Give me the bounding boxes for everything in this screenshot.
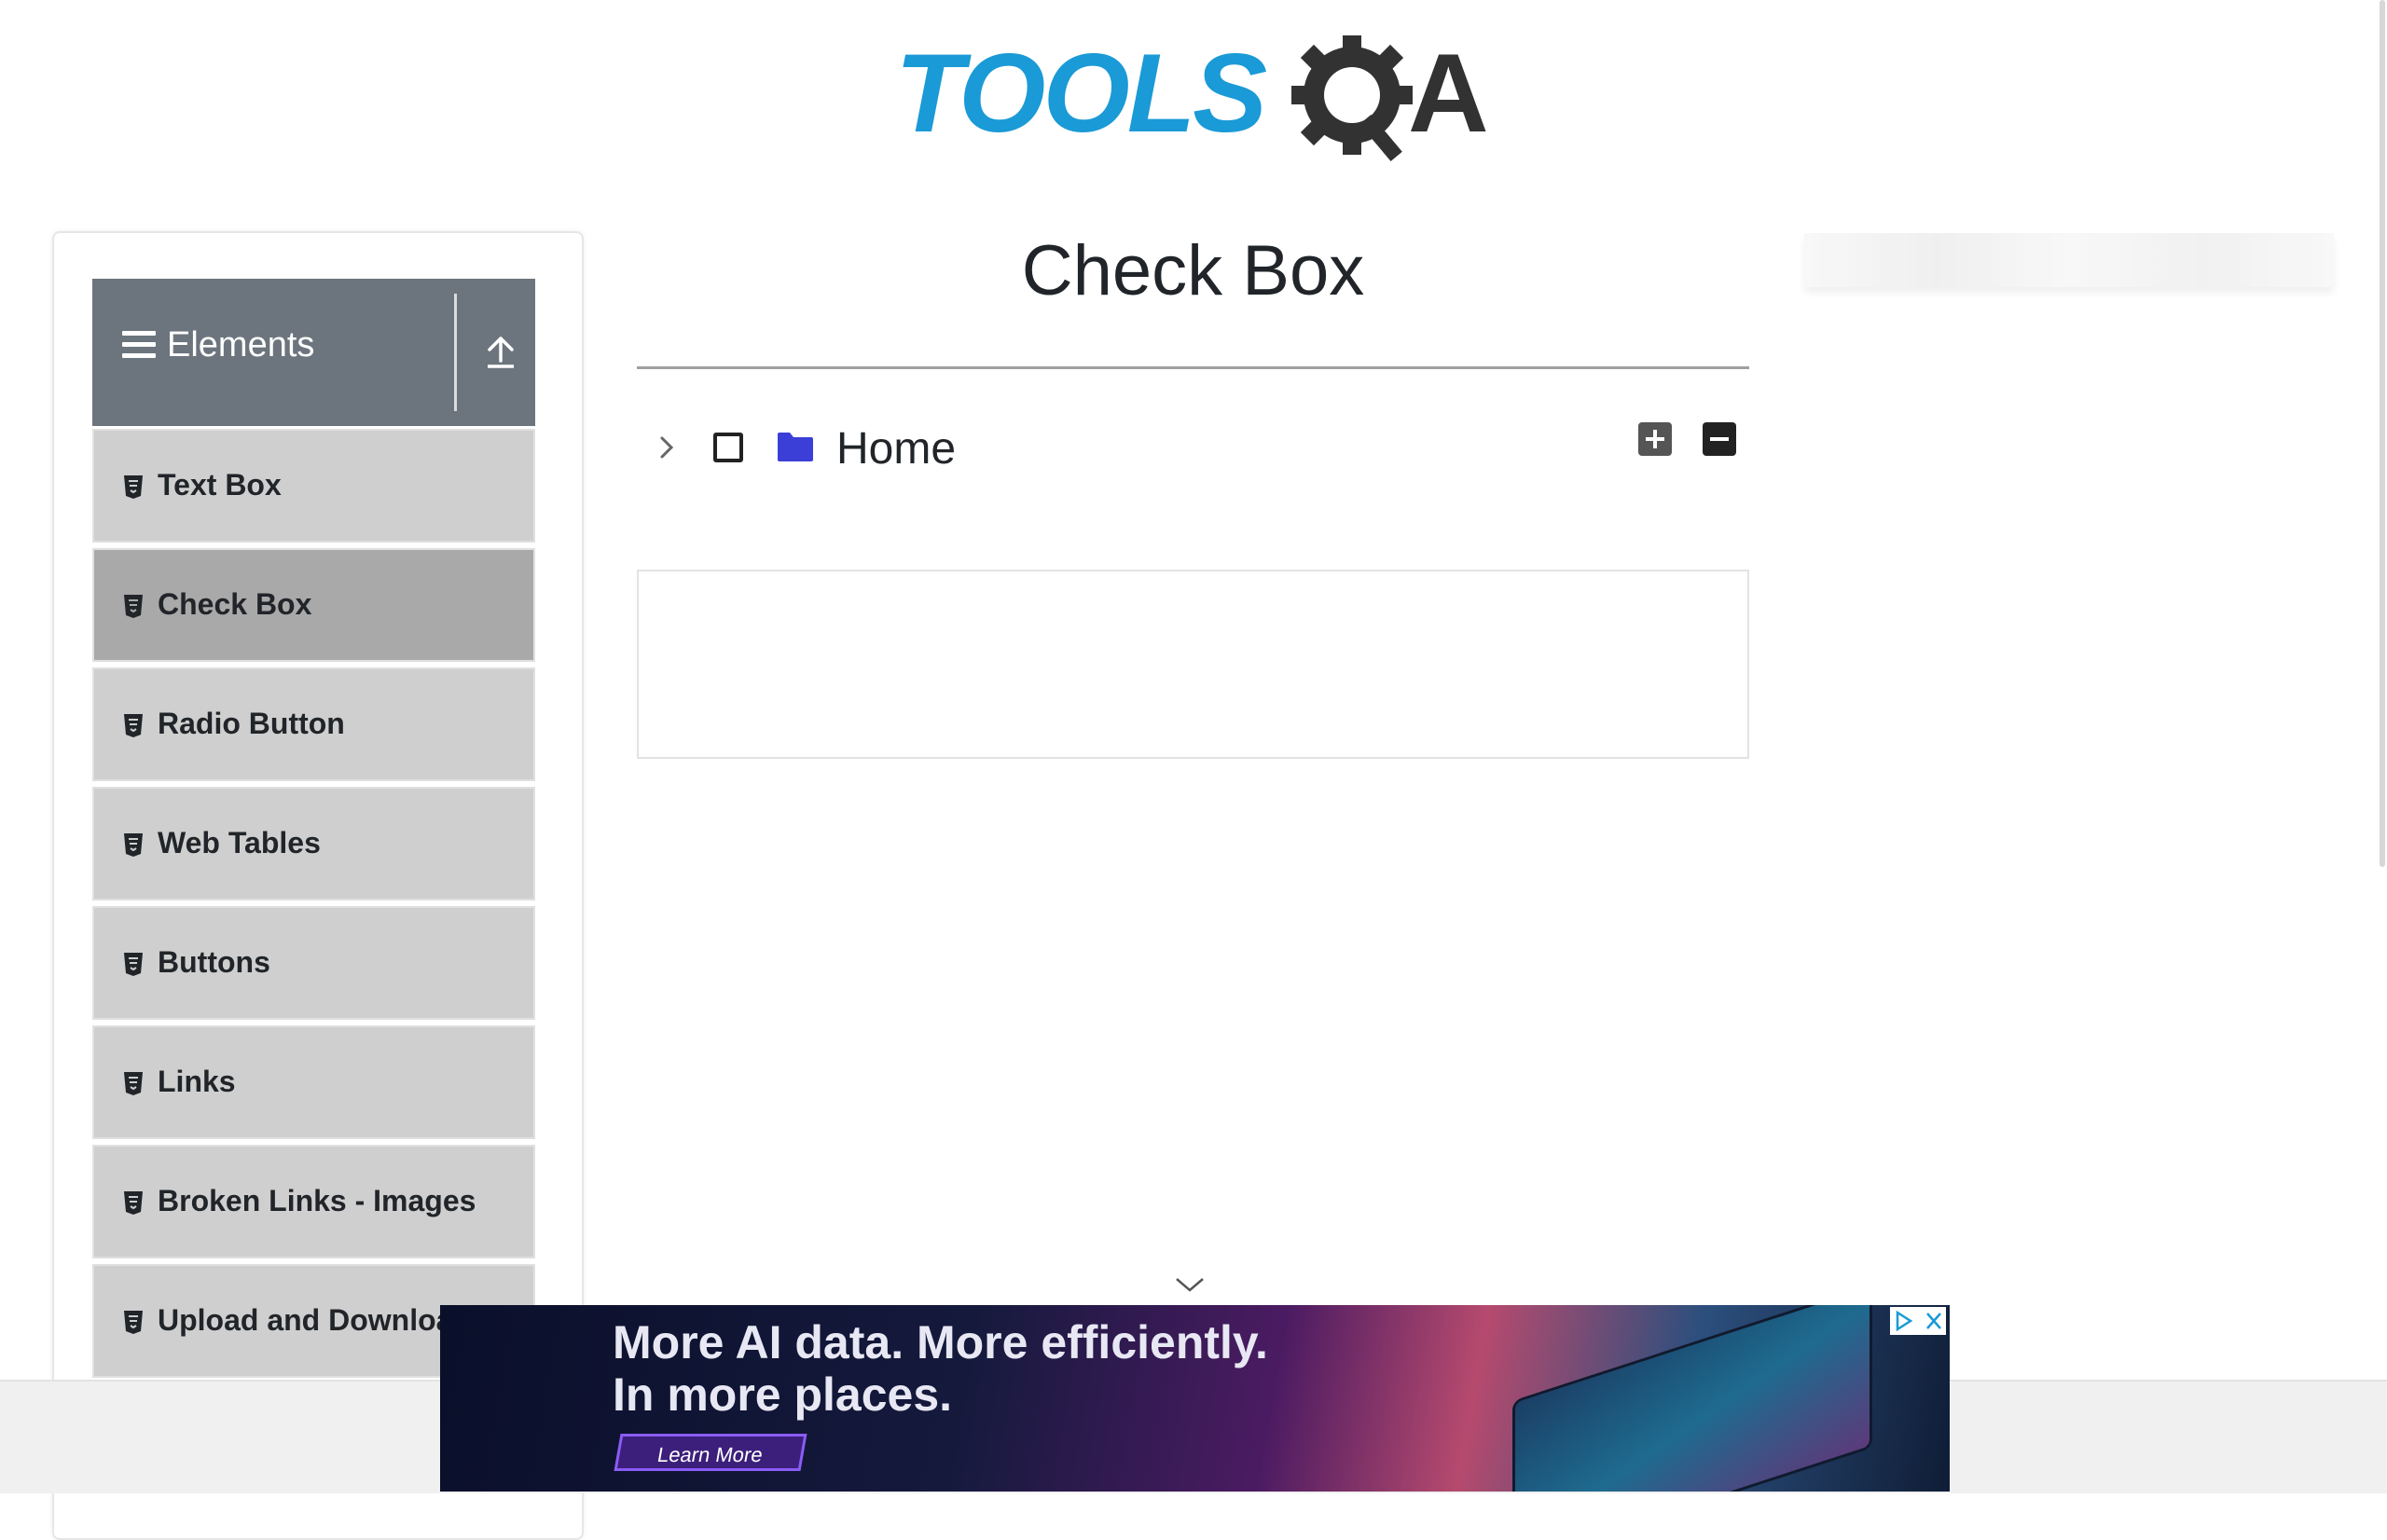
upload-arrow-icon[interactable] [484, 333, 517, 370]
sidebar-item-check-box[interactable]: Check Box [92, 548, 535, 662]
banner-ad[interactable]: More AI data. More efficiently. In more … [440, 1305, 1950, 1492]
logo-text-tools: TOOLS [895, 31, 1267, 156]
chevron-right-icon[interactable] [653, 429, 681, 466]
tree-node-label[interactable]: Home [836, 423, 956, 474]
sidebar-menu-list: Text Box Check Box Radio Button Web Tabl… [92, 429, 535, 1383]
result-output-box [637, 570, 1749, 759]
home-checkbox[interactable] [713, 433, 743, 462]
sidebar-group-elements[interactable]: Elements [92, 279, 535, 426]
html5-icon [124, 475, 143, 499]
expand-all-button[interactable] [1638, 422, 1672, 456]
site-logo[interactable]: TOOLS A [895, 28, 1501, 168]
sidebar-item-label: Buttons [158, 945, 270, 979]
sidebar-item-buttons[interactable]: Buttons [92, 906, 535, 1020]
sidebar-item-web-tables[interactable]: Web Tables [92, 787, 535, 901]
page-scrollbar[interactable] [2380, 0, 2385, 867]
header-divider [454, 294, 457, 411]
chevron-down-icon[interactable] [1173, 1275, 1207, 1294]
sidebar-item-radio-button[interactable]: Radio Button [92, 667, 535, 781]
html5-icon [124, 833, 143, 857]
sidebar-item-label: Web Tables [158, 826, 321, 859]
minus-square-icon [1710, 437, 1729, 441]
html5-icon [124, 1072, 143, 1095]
html5-icon [124, 1191, 143, 1215]
logo-text-a: A [1408, 31, 1489, 156]
sidebar-item-broken-links[interactable]: Broken Links - Images [92, 1145, 535, 1258]
sidebar-group-title: Elements [167, 325, 315, 364]
page-title: Check Box [1021, 231, 1365, 310]
sidebar-item-links[interactable]: Links [92, 1025, 535, 1139]
sidebar-item-label: Check Box [158, 587, 312, 621]
hamburger-icon [122, 331, 156, 361]
side-ad-placeholder[interactable] [1804, 233, 2334, 287]
title-divider [637, 366, 1749, 369]
collapse-all-button[interactable] [1703, 422, 1736, 456]
html5-icon [124, 714, 143, 737]
sidebar-item-label: Broken Links - Images [158, 1184, 476, 1217]
sidebar-item-label: Upload and Download [158, 1303, 471, 1337]
sidebar-item-label: Text Box [158, 468, 282, 502]
html5-icon [124, 595, 143, 618]
ad-learn-more-button[interactable]: Learn More [614, 1434, 807, 1471]
html5-icon [124, 953, 143, 976]
ad-laptop-image [1512, 1305, 1872, 1492]
sidebar-item-label: Links [158, 1065, 236, 1098]
ad-close-icon[interactable] [1890, 1307, 1946, 1335]
folder-icon [778, 433, 813, 461]
plus-square-icon [1646, 430, 1664, 448]
sidebar-item-label: Radio Button [158, 707, 345, 740]
sidebar-item-text-box[interactable]: Text Box [92, 429, 535, 543]
ad-choices-icon[interactable] [1890, 1307, 1946, 1335]
ad-headline: More AI data. More efficiently. In more … [613, 1316, 1268, 1421]
html5-icon [124, 1311, 143, 1334]
